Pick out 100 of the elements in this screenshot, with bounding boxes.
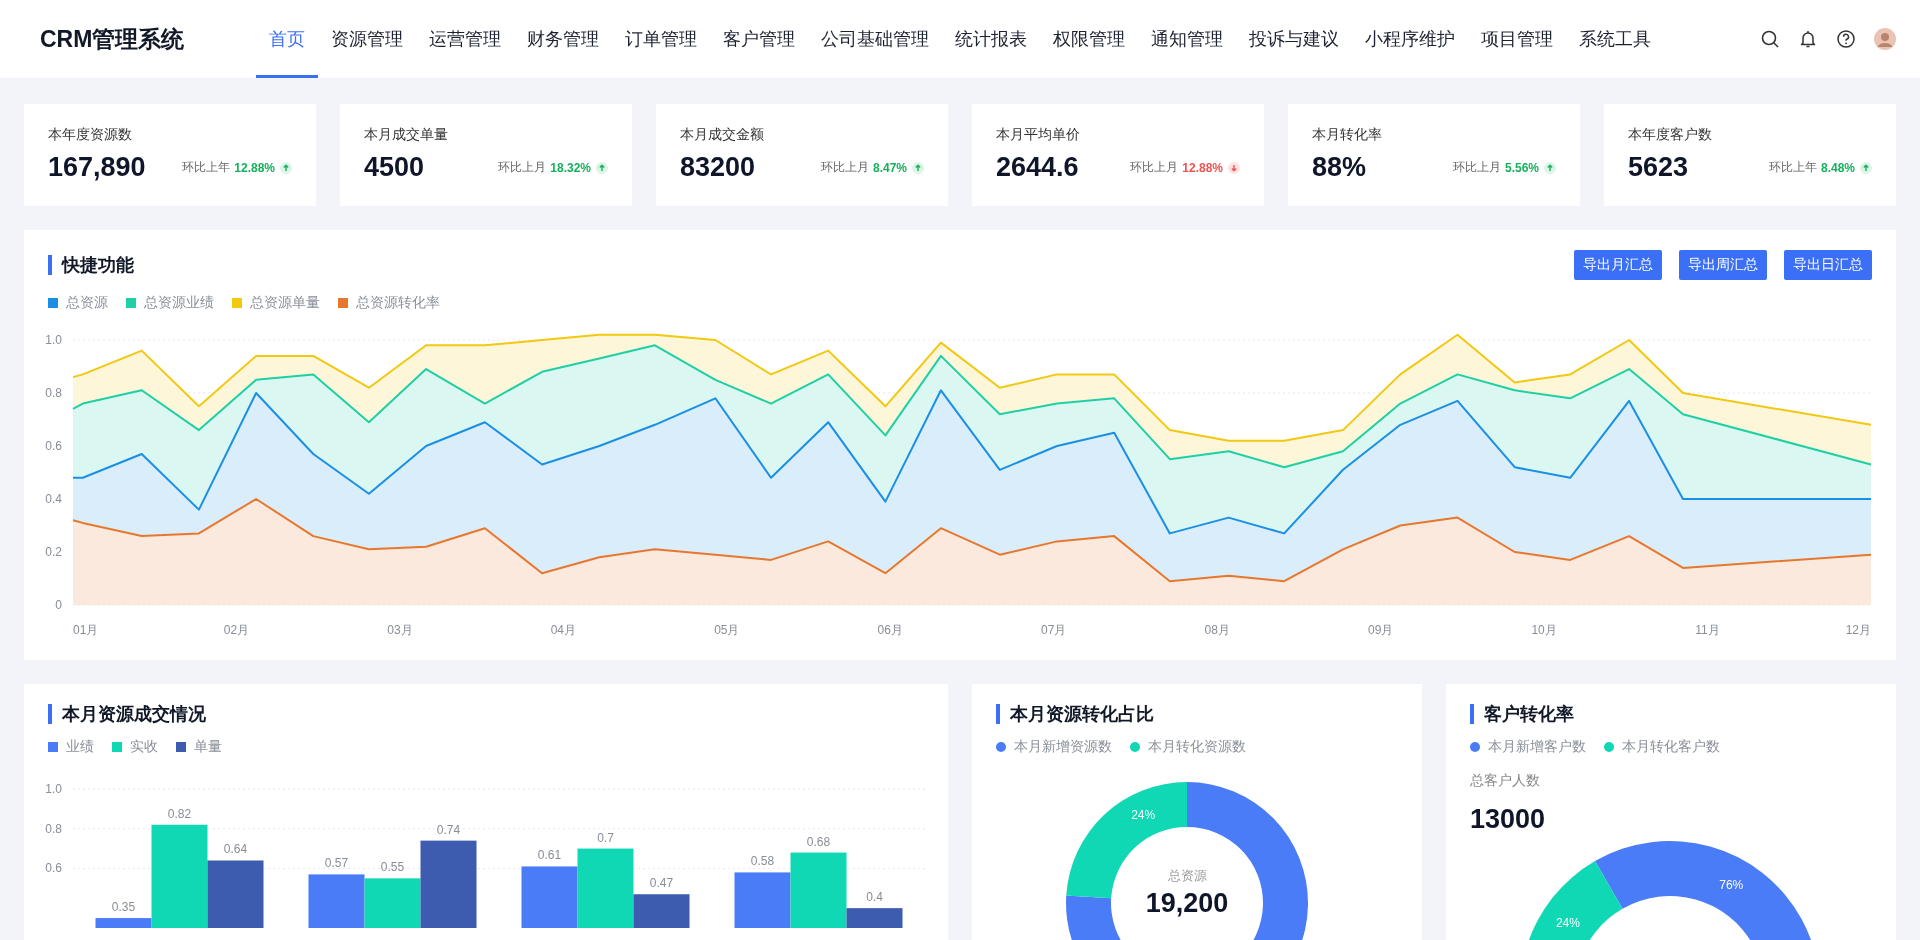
- export-button[interactable]: 导出月汇总: [1574, 250, 1662, 280]
- compare-label: 环比上月: [498, 159, 547, 176]
- nav-tab[interactable]: 权限管理: [1040, 0, 1138, 78]
- compare-label: 环比上年: [1768, 159, 1817, 176]
- stat-label: 本月成交单量: [364, 126, 449, 144]
- y-axis-label: 0.6: [45, 439, 62, 453]
- x-axis-label: 12月: [1845, 623, 1871, 637]
- change-percentage: 8.48%: [1820, 160, 1855, 175]
- x-axis-label: 03月: [387, 623, 413, 637]
- legend-item[interactable]: 实收: [112, 738, 158, 756]
- center-value: 19,200: [1145, 888, 1229, 918]
- stat-label: 本年度客户数: [1628, 126, 1713, 144]
- x-axis-label: 07月: [1041, 623, 1067, 637]
- stat-value: 5623: [1628, 152, 1689, 183]
- x-axis-label: 11月: [1695, 623, 1720, 637]
- x-axis-label: 04月: [550, 623, 577, 637]
- bar-value-label: 0.4: [866, 890, 883, 905]
- change-percentage: 12.88%: [234, 160, 275, 175]
- y-axis-label: 1.0: [45, 782, 62, 796]
- bar-value-label: 0.47: [649, 876, 674, 891]
- total-value: 13000: [1470, 804, 1547, 835]
- nav-tab[interactable]: 资源管理: [318, 0, 416, 78]
- nav-tab[interactable]: 通知管理: [1138, 0, 1236, 78]
- compare-label: 环比上月: [820, 159, 869, 176]
- y-axis-label: 0.2: [45, 545, 62, 559]
- stat-label: 本月成交金额: [680, 126, 765, 144]
- legend-item[interactable]: 总资源转化率: [338, 294, 440, 312]
- x-axis-label: 08月: [1204, 623, 1230, 637]
- nav-tab[interactable]: 客户管理: [710, 0, 808, 78]
- notification-bell-icon[interactable]: [1798, 29, 1818, 49]
- legend-item[interactable]: 业绩: [48, 738, 94, 756]
- nav-tab[interactable]: 项目管理: [1468, 0, 1566, 78]
- panel-title: 快捷功能: [48, 255, 134, 275]
- nav-tab[interactable]: 系统工具: [1566, 0, 1664, 78]
- bar-value-label: 0.82: [167, 806, 192, 821]
- panel-title: 客户转化率: [1470, 704, 1872, 724]
- legend-item[interactable]: 总资源业绩: [126, 294, 214, 312]
- stat-label: 本年度资源数: [48, 126, 133, 144]
- nav-tab[interactable]: 投诉与建议: [1236, 0, 1352, 78]
- bar-value-label: 0.7: [597, 830, 614, 845]
- y-axis-label: 0.8: [45, 386, 62, 400]
- nav-tab[interactable]: 财务管理: [514, 0, 612, 78]
- compare-label: 环比上年: [182, 159, 231, 176]
- bar-value-label: 0.68: [806, 834, 831, 849]
- x-axis-label: 01月: [73, 623, 99, 637]
- nav-tab[interactable]: 首页: [256, 0, 318, 78]
- export-button[interactable]: 导出周汇总: [1679, 250, 1767, 280]
- search-icon[interactable]: [1760, 29, 1780, 49]
- x-axis-label: 05月: [714, 623, 740, 637]
- slice-label: 24%: [1131, 807, 1156, 822]
- y-axis-label: 0.4: [45, 492, 62, 506]
- legend-item[interactable]: 本月转化客户数: [1604, 738, 1720, 756]
- total-label: 总客户人数: [1470, 772, 1541, 790]
- legend-item[interactable]: 本月转化资源数: [1130, 738, 1246, 756]
- x-axis-label: 06月: [877, 623, 903, 637]
- compare-label: 环比上月: [1452, 159, 1501, 176]
- x-axis-label: 02月: [223, 623, 250, 637]
- nav-tab[interactable]: 统计报表: [942, 0, 1040, 78]
- slice-label: 76%: [1719, 877, 1744, 892]
- change-percentage: 12.88%: [1182, 160, 1223, 175]
- x-axis-label: 09月: [1367, 623, 1394, 637]
- bar-value-label: 0.57: [324, 856, 349, 871]
- change-percentage: 18.32%: [550, 160, 591, 175]
- stat-value: 83200: [680, 152, 756, 183]
- y-axis-label: 0: [55, 598, 62, 612]
- legend-item[interactable]: 总资源: [48, 294, 108, 312]
- center-label: 总资源: [1167, 868, 1207, 883]
- y-axis-label: 0.6: [45, 861, 62, 876]
- y-axis-label: 0.8: [45, 821, 62, 836]
- app-logo: CRM管理系统: [40, 24, 186, 54]
- bar-value-label: 0.55: [380, 860, 405, 875]
- bar-value-label: 0.35: [111, 900, 136, 915]
- nav-tab[interactable]: 订单管理: [612, 0, 710, 78]
- stat-label: 本月转化率: [1312, 126, 1383, 144]
- legend-item[interactable]: 单量: [176, 738, 222, 756]
- bar-value-label: 0.64: [223, 842, 248, 857]
- legend-item[interactable]: 总资源单量: [232, 294, 320, 312]
- compare-label: 环比上月: [1130, 159, 1179, 176]
- nav-tab[interactable]: 小程序维护: [1352, 0, 1468, 78]
- bar-value-label: 0.74: [436, 822, 461, 837]
- nav-tab[interactable]: 公司基础管理: [808, 0, 942, 78]
- stat-value: 88%: [1312, 152, 1367, 183]
- stat-value: 4500: [364, 152, 425, 183]
- user-avatar[interactable]: [1874, 28, 1896, 50]
- legend-item[interactable]: 本月新增资源数: [996, 738, 1112, 756]
- stat-value: 167,890: [48, 152, 146, 183]
- export-button[interactable]: 导出日汇总: [1784, 250, 1872, 280]
- x-axis-label: 10月: [1531, 623, 1557, 637]
- stat-label: 本月平均单价: [996, 126, 1081, 144]
- y-axis-label: 1.0: [45, 333, 62, 347]
- legend-item[interactable]: 本月新增客户数: [1470, 738, 1586, 756]
- help-icon[interactable]: [1836, 29, 1856, 49]
- stat-value: 2644.6: [996, 152, 1079, 183]
- bar-value-label: 0.61: [537, 848, 562, 863]
- nav-tab[interactable]: 运营管理: [416, 0, 514, 78]
- panel-title: 本月资源转化占比: [996, 704, 1398, 724]
- bar-value-label: 0.58: [750, 854, 775, 869]
- panel-title: 本月资源成交情况: [48, 704, 924, 724]
- change-percentage: 8.47%: [872, 160, 907, 175]
- change-percentage: 5.56%: [1504, 160, 1539, 175]
